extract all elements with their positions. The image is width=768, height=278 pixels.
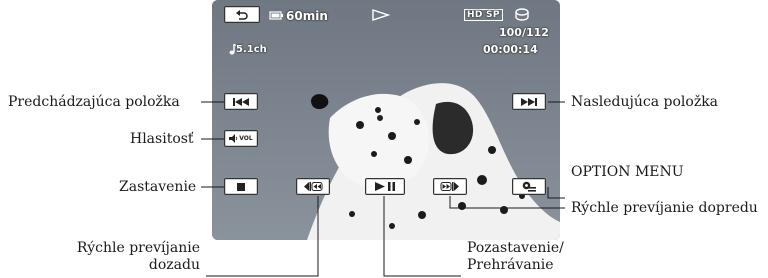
return-icon xyxy=(236,9,248,20)
hd-sp-badge: HD SP xyxy=(464,9,503,21)
label-rewind: Rýchle prevíjanie dozadu xyxy=(64,240,200,274)
previous-button[interactable] xyxy=(224,93,258,110)
label-rewind-text2: dozadu xyxy=(148,257,200,273)
label-option-menu: OPTION MENU xyxy=(571,164,684,180)
battery-time: 60min xyxy=(286,9,328,23)
label-next: Nasledujúca položka xyxy=(571,94,719,110)
stop-icon xyxy=(237,182,245,191)
playback-screen: 60min HD SP 100/112 00:00:14 5.1ch VOL xyxy=(212,0,560,240)
volume-button[interactable]: VOL xyxy=(224,130,258,147)
next-button[interactable] xyxy=(512,93,546,110)
return-button[interactable] xyxy=(224,6,260,23)
label-pause: Pozastavenie/ Prehrávanie xyxy=(467,240,564,274)
speaker-icon xyxy=(229,134,238,143)
option-menu-icon xyxy=(522,181,536,192)
counter: 100/112 xyxy=(499,26,549,39)
volume-label: VOL xyxy=(239,135,253,142)
label-fast-forward: Rýchle prevíjanie dopredu xyxy=(571,200,758,216)
music-note-icon xyxy=(229,44,236,55)
option-menu-button[interactable] xyxy=(512,178,546,195)
media-icon xyxy=(515,8,529,21)
play-pause-button[interactable] xyxy=(365,178,405,195)
label-rewind-text1: Rýchle prevíjanie xyxy=(76,240,200,256)
audio-mode: 5.1ch xyxy=(236,44,267,55)
fast-forward-button[interactable] xyxy=(433,178,467,195)
label-previous: Predchádzajúca položka xyxy=(8,94,180,110)
play-indicator-icon xyxy=(372,9,390,21)
rewind-button[interactable] xyxy=(296,178,330,195)
previous-icon xyxy=(233,97,249,106)
next-icon xyxy=(521,97,537,106)
label-pause-text1: Pozastavenie/ xyxy=(467,240,564,256)
timecode: 00:00:14 xyxy=(483,43,538,56)
label-pause-text2: Prehrávanie xyxy=(467,257,554,273)
rewind-icon xyxy=(304,182,323,191)
battery-icon xyxy=(269,11,283,20)
stop-button[interactable] xyxy=(224,178,258,195)
fast-forward-icon xyxy=(440,182,459,191)
play-pause-icon xyxy=(375,182,395,191)
label-volume: Hlasitosť xyxy=(130,131,194,147)
label-stop: Zastavenie xyxy=(119,179,197,195)
